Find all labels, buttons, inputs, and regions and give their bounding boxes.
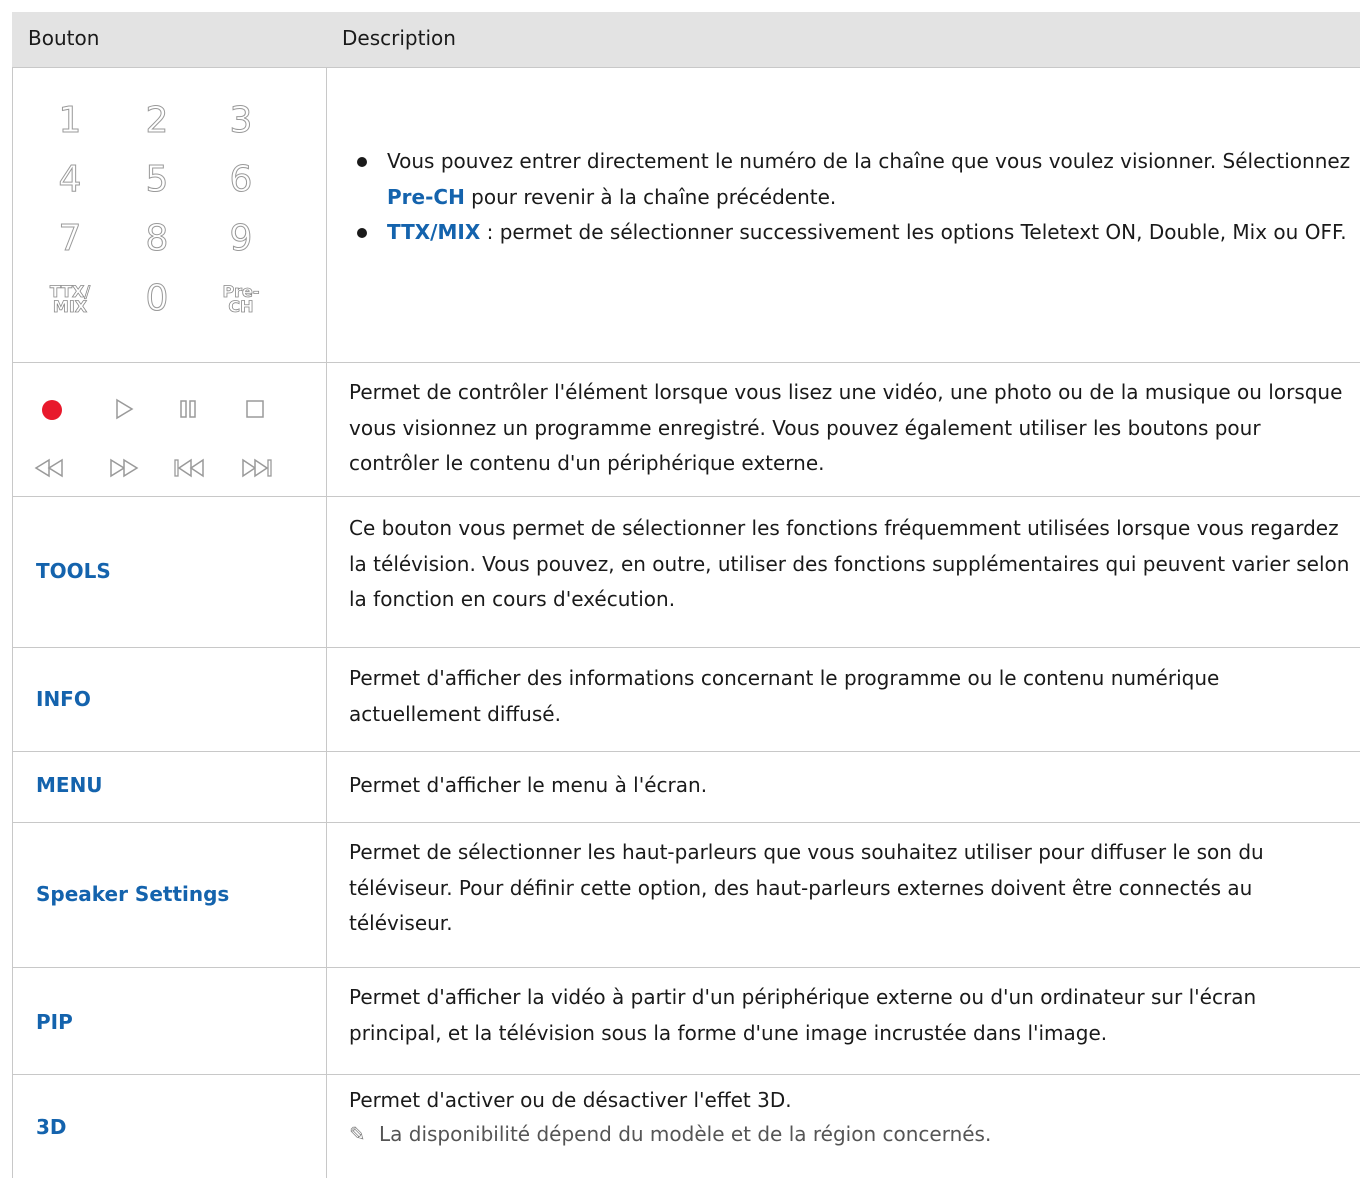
table-header: Bouton Description	[12, 12, 1360, 68]
record-icon	[42, 400, 62, 420]
remote-buttons-table: Bouton Description 1 2 3 4 5 6 7 8 9 TTX…	[12, 12, 1360, 1178]
tools-label: TOOLS	[36, 559, 111, 583]
previous-icon	[174, 458, 204, 478]
info-description: Permet d'afficher des informations conce…	[349, 666, 1220, 726]
fast-forward-icon	[110, 458, 139, 478]
row-number-keys: 1 2 3 4 5 6 7 8 9 TTX/MIX 0 Pre- CH Vous …	[12, 68, 1360, 363]
header-description: Description	[342, 26, 456, 50]
key-0: 0	[145, 278, 169, 320]
key-2: 2	[145, 100, 169, 142]
bullet-direct-channel: Vous pouvez entrer directement le numéro…	[349, 144, 1354, 215]
three-d-description: Permet d'activer ou de désactiver l'effe…	[349, 1083, 1354, 1151]
row-pip: PIP Permet d'afficher la vidéo à partir …	[12, 968, 1360, 1075]
info-label: INFO	[36, 687, 91, 711]
row-info: INFO Permet d'afficher des informations …	[12, 648, 1360, 752]
menu-label: MENU	[36, 773, 103, 797]
pause-icon	[180, 400, 196, 418]
three-d-label: 3D	[36, 1115, 67, 1139]
header-button: Bouton	[28, 26, 100, 50]
row-playback-controls: Permet de contrôler l'élément lorsque vo…	[12, 363, 1360, 497]
key-5: 5	[145, 159, 169, 201]
number-keys-description: Vous pouvez entrer directement le numéro…	[349, 144, 1354, 251]
key-6: 6	[229, 159, 253, 201]
row-speaker-settings: Speaker Settings Permet de sélectionner …	[12, 823, 1360, 968]
next-icon	[242, 458, 272, 478]
speaker-settings-label: Speaker Settings	[36, 882, 230, 906]
three-d-text: Permet d'activer ou de désactiver l'effe…	[349, 1088, 792, 1112]
key-8: 8	[145, 218, 169, 260]
row-tools: TOOLS Ce bouton vous permet de sélection…	[12, 497, 1360, 648]
key-ttx-mix: TTX/MIX	[49, 282, 91, 316]
key-4: 4	[58, 159, 82, 201]
tools-description: Ce bouton vous permet de sélectionner le…	[349, 516, 1350, 611]
bullet-ttx-mix: TTX/MIX : permet de sélectionner success…	[349, 215, 1354, 251]
key-pre-ch: Pre- CH	[222, 282, 260, 316]
play-icon	[116, 398, 134, 420]
playback-description: Permet de contrôler l'élément lorsque vo…	[349, 380, 1343, 475]
key-9: 9	[229, 218, 253, 260]
key-3: 3	[229, 100, 253, 142]
key-1: 1	[58, 100, 82, 142]
pip-description: Permet d'afficher la vidéo à partir d'un…	[349, 985, 1257, 1045]
rewind-icon	[34, 458, 63, 478]
menu-description: Permet d'afficher le menu à l'écran.	[349, 773, 708, 797]
pip-label: PIP	[36, 1010, 73, 1034]
pencil-icon: ✎	[349, 1122, 366, 1146]
speaker-settings-description: Permet de sélectionner les haut-parleurs…	[349, 840, 1264, 935]
three-d-note: ✎ La disponibilité dépend du modèle et de…	[349, 1117, 1354, 1151]
row-menu: MENU Permet d'afficher le menu à l'écran…	[12, 752, 1360, 823]
key-7: 7	[58, 218, 82, 260]
stop-icon	[246, 400, 264, 418]
row-3d: 3D Permet d'activer ou de désactiver l'e…	[12, 1075, 1360, 1175]
